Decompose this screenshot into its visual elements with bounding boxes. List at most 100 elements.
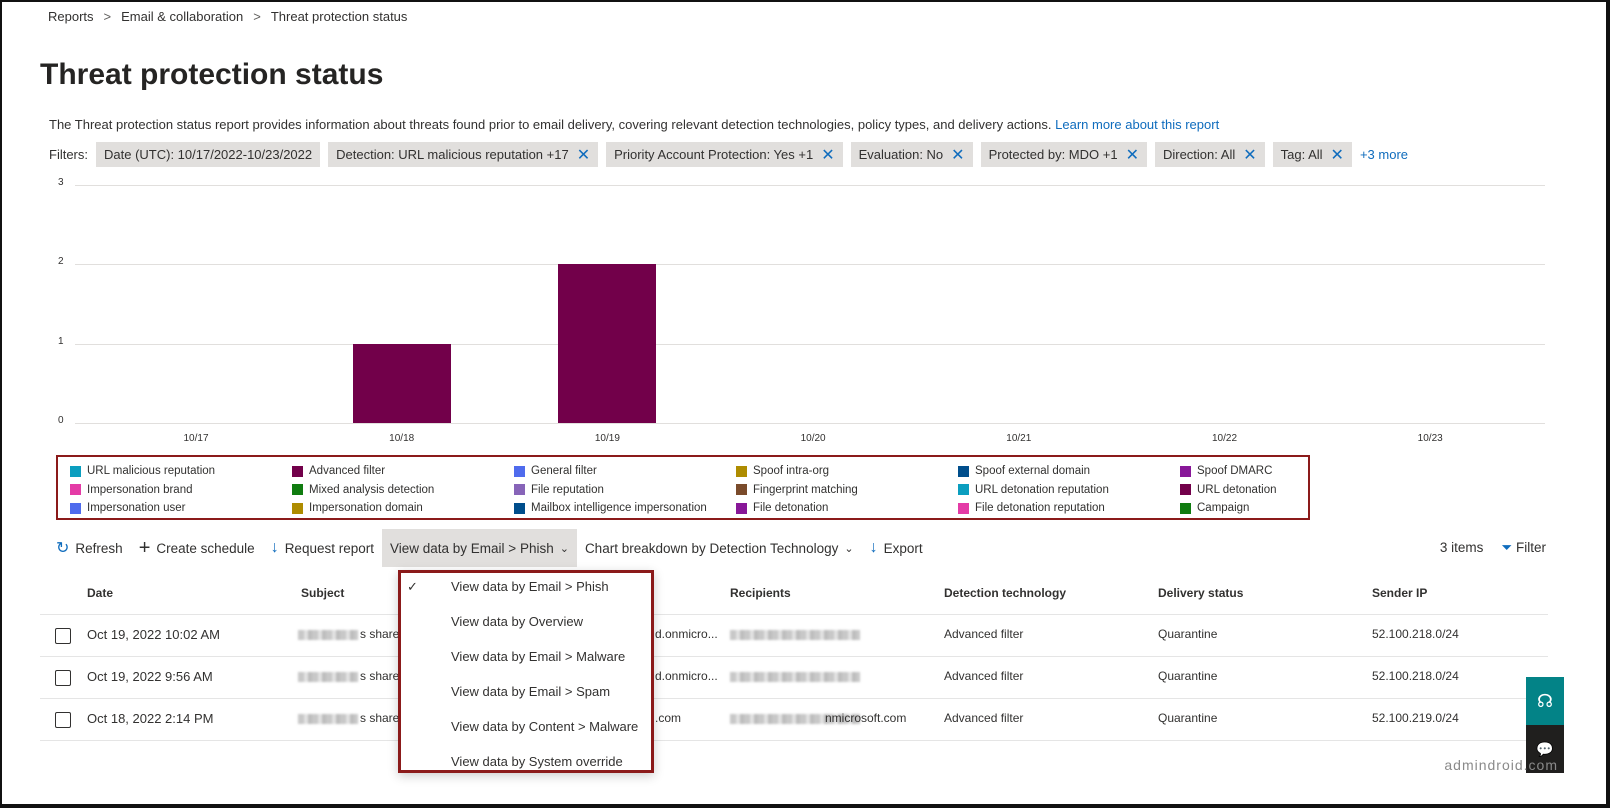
legend-label: URL detonation <box>1197 483 1277 496</box>
legend-label: Impersonation user <box>87 502 186 515</box>
legend-swatch <box>514 502 525 514</box>
breadcrumb: Reports > Email & collaboration > Threat p… <box>48 9 407 24</box>
learn-more-link[interactable]: Learn more about this report <box>1055 117 1219 132</box>
gridline <box>75 264 1545 266</box>
chip-label: Priority Account Protection: Yes +1 <box>614 147 814 162</box>
help-icon[interactable]: ☊ <box>1526 677 1564 725</box>
filter-label: Filter <box>1516 540 1546 555</box>
legend-swatch <box>1180 484 1191 496</box>
legend-item[interactable]: Mixed analysis detection <box>292 483 514 497</box>
legend-item[interactable]: Spoof external domain <box>958 464 1180 478</box>
row-detection: Advanced filter <box>944 669 1024 683</box>
chip-label: Protected by: MDO +1 <box>988 147 1118 162</box>
close-icon[interactable]: ✕ <box>1126 145 1139 165</box>
row-delivery: Quarantine <box>1158 627 1218 641</box>
legend-item[interactable]: Mailbox intelligence impersonation <box>514 501 736 515</box>
filter-chip-priority[interactable]: Priority Account Protection: Yes +1 ✕ <box>606 142 843 167</box>
row-checkbox[interactable] <box>55 670 71 686</box>
legend-item[interactable]: General filter <box>514 464 736 478</box>
legend-item[interactable]: URL malicious reputation <box>70 464 292 478</box>
legend-swatch <box>514 465 525 477</box>
row-sender: .com <box>655 711 682 725</box>
menu-item[interactable]: View data by Email > Malware <box>451 649 625 664</box>
close-icon[interactable]: ✕ <box>821 145 834 165</box>
menu-item[interactable]: View data by System override <box>451 754 623 769</box>
col-recipients[interactable]: Recipients <box>730 586 791 600</box>
close-icon[interactable]: ✕ <box>577 145 590 165</box>
row-date: Oct 19, 2022 9:56 AM <box>87 669 213 684</box>
chevron-down-icon: ⌄ <box>559 542 569 555</box>
create-schedule-label: Create schedule <box>156 540 255 556</box>
filter-chip-protected-by[interactable]: Protected by: MDO +1 ✕ <box>980 142 1147 167</box>
row-sender: d.onmicro... <box>655 627 718 641</box>
col-detection[interactable]: Detection technology <box>944 586 1066 600</box>
download-icon: ↓ <box>270 539 279 556</box>
col-sender-ip[interactable]: Sender IP <box>1372 586 1427 600</box>
legend-swatch <box>70 502 81 514</box>
chart-breakdown-dropdown[interactable]: Chart breakdown by Detection Technology ⌄ <box>577 529 862 567</box>
menu-item[interactable]: View data by Overview <box>451 614 583 629</box>
row-divider <box>40 656 1548 657</box>
legend-label: File detonation reputation <box>975 502 1105 515</box>
bar-10/19[interactable] <box>558 264 657 423</box>
legend-item[interactable]: Impersonation domain <box>292 501 514 515</box>
chip-label: Date (UTC): 10/17/2022-10/23/2022 <box>104 147 313 162</box>
col-date[interactable]: Date <box>87 586 113 600</box>
chart-breakdown-label: Chart breakdown by Detection Technology <box>584 540 839 556</box>
view-data-dropdown[interactable]: View data by Email > Phish ⌄ <box>382 529 577 567</box>
close-icon[interactable]: ✕ <box>1331 145 1344 165</box>
close-icon[interactable]: ✕ <box>1243 145 1256 165</box>
refresh-icon: ↻ <box>56 540 70 557</box>
breadcrumb-email-collab[interactable]: Email & collaboration <box>121 9 243 24</box>
export-label: Export <box>883 540 923 556</box>
toolbar: ↻ Refresh + Create schedule ↓ Request repor… <box>48 529 931 567</box>
legend-item[interactable]: File reputation <box>514 483 736 497</box>
export-button[interactable]: ↓ Export <box>862 529 931 567</box>
legend-item[interactable]: Fingerprint matching <box>736 483 958 497</box>
row-divider <box>40 740 1548 741</box>
filter-button[interactable]: ⏷ Filter <box>1501 540 1546 556</box>
filter-chip-tag[interactable]: Tag: All ✕ <box>1272 142 1352 167</box>
filter-chip-detection[interactable]: Detection: URL malicious reputation +17 ✕ <box>328 142 599 167</box>
row-checkbox[interactable] <box>55 712 71 728</box>
filter-chip-direction[interactable]: Direction: All ✕ <box>1154 142 1265 167</box>
legend-item[interactable]: File detonation reputation <box>958 501 1180 515</box>
legend-swatch <box>958 465 969 477</box>
row-checkbox[interactable] <box>55 628 71 644</box>
blurred-subject <box>298 714 358 724</box>
legend-label: Mailbox intelligence impersonation <box>531 502 707 515</box>
legend-item[interactable]: Spoof DMARC <box>1180 464 1320 478</box>
legend-label: File reputation <box>531 483 604 496</box>
legend-item[interactable]: File detonation <box>736 501 958 515</box>
menu-item[interactable]: View data by Content > Malware <box>451 719 638 734</box>
menu-item[interactable]: View data by Email > Phish <box>451 579 609 594</box>
legend-label: Spoof intra-org <box>753 465 830 477</box>
legend-item[interactable]: URL detonation <box>1180 483 1320 497</box>
create-schedule-button[interactable]: + Create schedule <box>131 529 263 567</box>
filter-chip-evaluation[interactable]: Evaluation: No ✕ <box>850 142 973 167</box>
refresh-button[interactable]: ↻ Refresh <box>48 529 131 567</box>
col-delivery[interactable]: Delivery status <box>1158 586 1243 600</box>
close-icon[interactable]: ✕ <box>951 145 964 165</box>
more-filters-link[interactable]: +3 more <box>1360 147 1408 162</box>
row-subject: s share <box>360 669 400 683</box>
legend-item[interactable]: Spoof intra-org <box>736 464 958 478</box>
legend-item[interactable]: Impersonation brand <box>70 483 292 497</box>
bar-10/18[interactable] <box>352 343 451 423</box>
legend-item[interactable]: Impersonation user <box>70 501 292 515</box>
chip-label: Evaluation: No <box>858 147 944 162</box>
legend-item[interactable]: Advanced filter <box>292 464 514 478</box>
legend-item[interactable]: URL detonation reputation <box>958 483 1180 497</box>
view-data-menu: ✓ View data by Email > Phish View data by… <box>398 570 654 773</box>
gridline <box>75 423 1545 424</box>
legend-item[interactable]: Campaign <box>1180 501 1320 515</box>
menu-item[interactable]: View data by Email > Spam <box>451 684 610 699</box>
checkmark-icon: ✓ <box>407 579 418 594</box>
breadcrumb-reports[interactable]: Reports <box>48 9 94 24</box>
blurred-recipient <box>730 630 860 640</box>
col-subject[interactable]: Subject <box>301 586 344 600</box>
filter-chip-date[interactable]: Date (UTC): 10/17/2022-10/23/2022 <box>96 142 321 167</box>
legend-swatch <box>292 484 303 496</box>
divider <box>40 614 1548 615</box>
request-report-button[interactable]: ↓ Request report <box>263 529 382 567</box>
